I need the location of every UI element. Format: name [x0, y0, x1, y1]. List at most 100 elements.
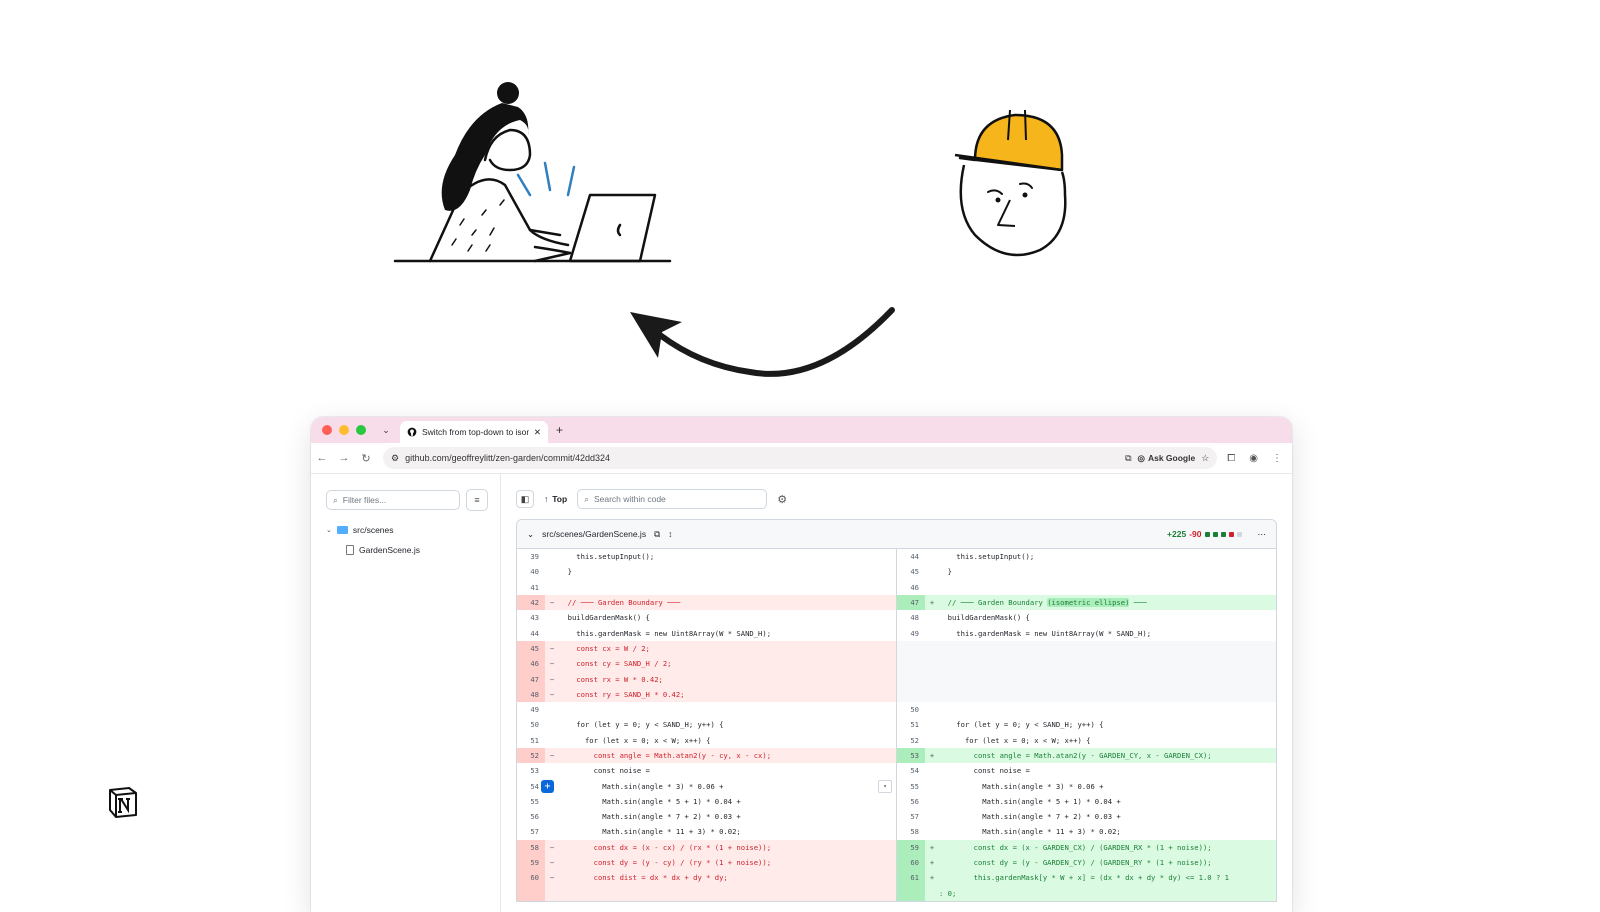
- line-number[interactable]: [897, 686, 925, 702]
- search-icon: ⌕: [584, 493, 589, 504]
- code-text: const noise =: [559, 766, 650, 776]
- diff-line: 50: [897, 702, 1276, 717]
- search-within-code-input[interactable]: ⌕ Search within code: [577, 489, 768, 509]
- maximize-window-button[interactable]: [356, 425, 366, 435]
- ask-google-button[interactable]: ◎ Ask Google: [1138, 453, 1196, 464]
- line-number[interactable]: 60: [517, 870, 545, 886]
- line-number[interactable]: 48: [897, 610, 925, 625]
- code-text: buildGardenMask() {: [559, 613, 650, 623]
- line-number[interactable]: 46: [517, 656, 545, 672]
- line-number[interactable]: [897, 885, 925, 901]
- new-tab-button[interactable]: +: [556, 423, 563, 437]
- tree-folder-src-scenes[interactable]: ⌄ src/scenes: [326, 520, 500, 540]
- diff-line: 44 this.gardenMask = new Uint8Array(W * …: [517, 625, 896, 640]
- line-number[interactable]: 51: [897, 717, 925, 732]
- line-number[interactable]: 54: [897, 763, 925, 778]
- more-menu-icon[interactable]: ⋮: [1272, 453, 1282, 464]
- line-number[interactable]: 47: [517, 671, 545, 687]
- line-number[interactable]: 52: [517, 747, 545, 764]
- address-bar[interactable]: ⚙ github.com/geoffreylitt/zen-garden/com…: [383, 447, 1218, 469]
- line-number[interactable]: 58: [897, 824, 925, 839]
- line-number[interactable]: 47: [897, 594, 925, 611]
- line-number[interactable]: 46: [897, 580, 925, 595]
- folder-name: src/scenes: [352, 525, 394, 535]
- back-icon[interactable]: ←: [311, 452, 333, 464]
- line-number[interactable]: [897, 671, 925, 687]
- diff-line: 51 for (let x = 0; x < W; x++) {: [517, 733, 896, 748]
- copy-path-icon[interactable]: ⧉: [654, 529, 660, 540]
- line-number[interactable]: 44: [517, 625, 545, 640]
- toggle-sidebar-icon[interactable]: ◧: [516, 490, 534, 508]
- line-number[interactable]: 53: [517, 763, 545, 778]
- browser-tab[interactable]: Switch from top-down to isom ✕: [400, 421, 548, 443]
- expand-all-icon[interactable]: ↕: [668, 529, 672, 539]
- line-number[interactable]: [897, 640, 925, 657]
- diff-line: 56 Math.sin(angle * 7 + 2) * 0.03 +: [517, 809, 896, 824]
- line-number[interactable]: [897, 656, 925, 672]
- filter-options-button[interactable]: ≡: [466, 489, 488, 511]
- line-number[interactable]: 49: [897, 625, 925, 640]
- url-text: github.com/geoffreylitt/zen-garden/commi…: [405, 453, 611, 463]
- stat-square: [1228, 531, 1234, 537]
- line-number[interactable]: 56: [517, 809, 545, 824]
- line-number[interactable]: 57: [517, 824, 545, 839]
- line-number[interactable]: 59: [517, 854, 545, 871]
- filter-files-input[interactable]: ⌕ Filter files...: [326, 490, 460, 510]
- extensions-icon[interactable]: ⧠: [1227, 453, 1235, 464]
- line-number[interactable]: 57: [897, 809, 925, 824]
- minimize-window-button[interactable]: [339, 425, 349, 435]
- line-number[interactable]: 45: [517, 640, 545, 657]
- line-number[interactable]: 61: [897, 870, 925, 886]
- code-text: Math.sin(angle * 11 + 3) * 0.02;: [559, 827, 741, 837]
- line-number[interactable]: 56: [897, 794, 925, 809]
- tab-search-chevron-icon[interactable]: ⌄: [378, 422, 394, 438]
- more-options-icon[interactable]: ⋯: [1258, 529, 1267, 540]
- line-number[interactable]: 39: [517, 549, 545, 564]
- line-number[interactable]: [517, 885, 545, 901]
- close-window-button[interactable]: [322, 425, 332, 435]
- add-comment-button[interactable]: +: [541, 779, 554, 793]
- diff-right-side: 44 this.setupInput(); 45 } 46 47 + // ─── Ga…: [897, 549, 1276, 901]
- line-number[interactable]: 60: [897, 854, 925, 871]
- gear-icon[interactable]: ⚙: [777, 493, 787, 506]
- line-number[interactable]: 43: [517, 610, 545, 625]
- line-number[interactable]: 48: [517, 686, 545, 702]
- cast-icon[interactable]: ⧉: [1125, 453, 1131, 464]
- diff-line: 41: [517, 580, 896, 595]
- diff-line: [897, 671, 1276, 687]
- line-number[interactable]: 59: [897, 839, 925, 855]
- line-number[interactable]: 41: [517, 580, 545, 595]
- line-number[interactable]: 55: [897, 778, 925, 793]
- line-number[interactable]: 40: [517, 564, 545, 579]
- reload-icon[interactable]: ↻: [355, 452, 377, 465]
- deletions-count: -90: [1189, 529, 1202, 539]
- forward-icon[interactable]: →: [333, 452, 355, 464]
- line-number[interactable]: 55: [517, 794, 545, 809]
- top-button[interactable]: ↑ Top: [544, 494, 567, 504]
- diff-area: ◧ ↑ Top ⌕ Search within code ⚙ ⌄ src/scen…: [501, 474, 1292, 912]
- line-number[interactable]: 49: [517, 702, 545, 717]
- line-number[interactable]: 42: [517, 594, 545, 611]
- line-number[interactable]: 51: [517, 733, 545, 748]
- code-text: for (let x = 0; x < W; x++) {: [559, 735, 711, 745]
- collapse-chevron-icon[interactable]: ⌄: [527, 529, 534, 540]
- diff-line: 52− const angle = Math.atan2(y - cy, x -…: [517, 747, 896, 764]
- line-number[interactable]: 52: [897, 733, 925, 748]
- diff-line: 45− const cx = W / 2;: [517, 640, 896, 657]
- line-number[interactable]: 50: [897, 702, 925, 717]
- line-number[interactable]: 50: [517, 717, 545, 732]
- highlighted-change: (isometric ellipse): [1047, 598, 1130, 608]
- diff-toolbar: ◧ ↑ Top ⌕ Search within code ⚙: [516, 489, 1277, 509]
- line-number[interactable]: 53: [897, 747, 925, 764]
- profile-icon[interactable]: ◉: [1249, 453, 1258, 464]
- line-number[interactable]: 44: [897, 549, 925, 564]
- close-tab-icon[interactable]: ✕: [534, 427, 541, 438]
- tree-file-gardenscene[interactable]: GardenScene.js: [326, 540, 500, 560]
- expand-chevron-icon[interactable]: ▾: [878, 779, 892, 793]
- line-number[interactable]: 45: [897, 564, 925, 579]
- file-icon: [346, 545, 354, 555]
- code-text: Math.sin(angle * 5 + 1) * 0.04 +: [559, 796, 741, 806]
- line-number[interactable]: 58: [517, 839, 545, 855]
- site-info-icon[interactable]: ⚙: [391, 453, 399, 464]
- bookmark-star-icon[interactable]: ☆: [1201, 453, 1209, 464]
